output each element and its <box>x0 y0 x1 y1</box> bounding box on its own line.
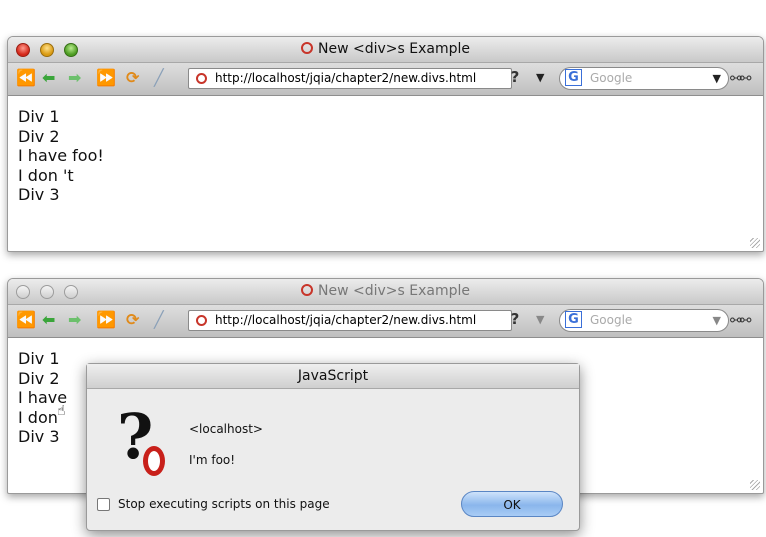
chevron-down-icon[interactable]: ▼ <box>536 71 544 84</box>
window-title-text: New <div>s Example <box>318 41 470 57</box>
chevron-down-icon[interactable]: ▼ <box>713 314 721 327</box>
search-input[interactable]: G Google ▼ <box>559 67 729 90</box>
title-bar[interactable]: New <div>s Example <box>8 37 763 63</box>
title-bar[interactable]: New <div>s Example <box>8 279 763 305</box>
div-line: Div 1 <box>18 107 60 126</box>
rewind-icon[interactable]: ⏪ <box>16 68 36 88</box>
search-input[interactable]: G Google ▼ <box>559 309 729 332</box>
div-line: Div 2 <box>18 126 60 146</box>
google-search-icon: G <box>565 69 582 86</box>
stop-scripts-checkbox[interactable] <box>97 498 110 511</box>
edit-icon[interactable]: ╱ <box>154 68 164 88</box>
back-arrow-icon[interactable]: ⬅ <box>42 68 55 88</box>
fast-forward-icon[interactable]: ⏩ <box>96 68 116 88</box>
div-line: I don 't <box>18 165 74 185</box>
search-placeholder: Google <box>590 71 633 85</box>
window-title: New <div>s Example <box>8 41 763 57</box>
back-arrow-icon[interactable]: ⬅ <box>42 310 55 330</box>
edit-icon[interactable]: ╱ <box>154 310 164 330</box>
google-search-icon: G <box>565 311 582 328</box>
url-text: http://localhost/jqia/chapter2/new.divs.… <box>215 71 477 85</box>
question-icon[interactable]: ? <box>506 68 524 88</box>
javascript-alert-dialog: JavaScript ? <localhost> I'm foo! Stop e… <box>86 363 580 531</box>
div-line: Div 1 <box>18 349 60 368</box>
div-line: I have foo! <box>18 146 104 165</box>
hand-cursor-icon: ☝ <box>57 403 66 419</box>
rewind-icon[interactable]: ⏪ <box>16 310 36 330</box>
toolbar: ⏪ ⬅ ➡ ⏩ ⟳ ╱ http://localhost/jqia/chapte… <box>8 63 763 96</box>
dialog-title: JavaScript <box>87 364 579 389</box>
resize-grip-icon[interactable] <box>750 238 760 248</box>
opera-page-icon <box>196 315 207 326</box>
glasses-icon[interactable]: ⚯⚯ <box>730 71 752 87</box>
address-bar[interactable]: http://localhost/jqia/chapter2/new.divs.… <box>188 68 512 89</box>
question-icon[interactable]: ? <box>506 310 524 330</box>
url-text: http://localhost/jqia/chapter2/new.divs.… <box>215 313 477 327</box>
search-placeholder: Google <box>590 313 633 327</box>
window-title: New <div>s Example <box>8 283 763 299</box>
opera-logo-icon <box>143 446 165 476</box>
div-line: Div 3 <box>18 427 60 446</box>
page-content: Div 1 Div 2 I have foo! I don 't Div 3 <box>18 107 104 205</box>
forward-arrow-icon[interactable]: ➡ <box>68 310 81 330</box>
browser-window-1: New <div>s Example ⏪ ⬅ ➡ ⏩ ⟳ ╱ http://lo… <box>7 36 764 252</box>
opera-page-icon <box>196 73 207 84</box>
page-content: Div 1 Div 2 I have I don Div 3 <box>18 349 67 447</box>
window-title-text: New <div>s Example <box>318 283 470 299</box>
chevron-down-icon[interactable]: ▼ <box>536 313 544 326</box>
div-line: Div 3 <box>18 185 60 204</box>
reload-icon[interactable]: ⟳ <box>126 310 139 330</box>
glasses-icon[interactable]: ⚯⚯ <box>730 313 752 329</box>
toolbar: ⏪ ⬅ ➡ ⏩ ⟳ ╱ http://localhost/jqia/chapte… <box>8 305 763 338</box>
dialog-host: <localhost> <box>189 422 263 436</box>
stop-scripts-label[interactable]: Stop executing scripts on this page <box>118 497 330 511</box>
ok-button[interactable]: OK <box>461 491 563 517</box>
address-bar[interactable]: http://localhost/jqia/chapter2/new.divs.… <box>188 310 512 331</box>
reload-icon[interactable]: ⟳ <box>126 68 139 88</box>
forward-arrow-icon[interactable]: ➡ <box>68 68 81 88</box>
div-line: Div 2 <box>18 368 60 388</box>
fast-forward-icon[interactable]: ⏩ <box>96 310 116 330</box>
opera-page-icon <box>301 42 313 54</box>
dialog-message: I'm foo! <box>189 453 236 467</box>
opera-page-icon <box>301 284 313 296</box>
resize-grip-icon[interactable] <box>750 480 760 490</box>
chevron-down-icon[interactable]: ▼ <box>713 72 721 85</box>
